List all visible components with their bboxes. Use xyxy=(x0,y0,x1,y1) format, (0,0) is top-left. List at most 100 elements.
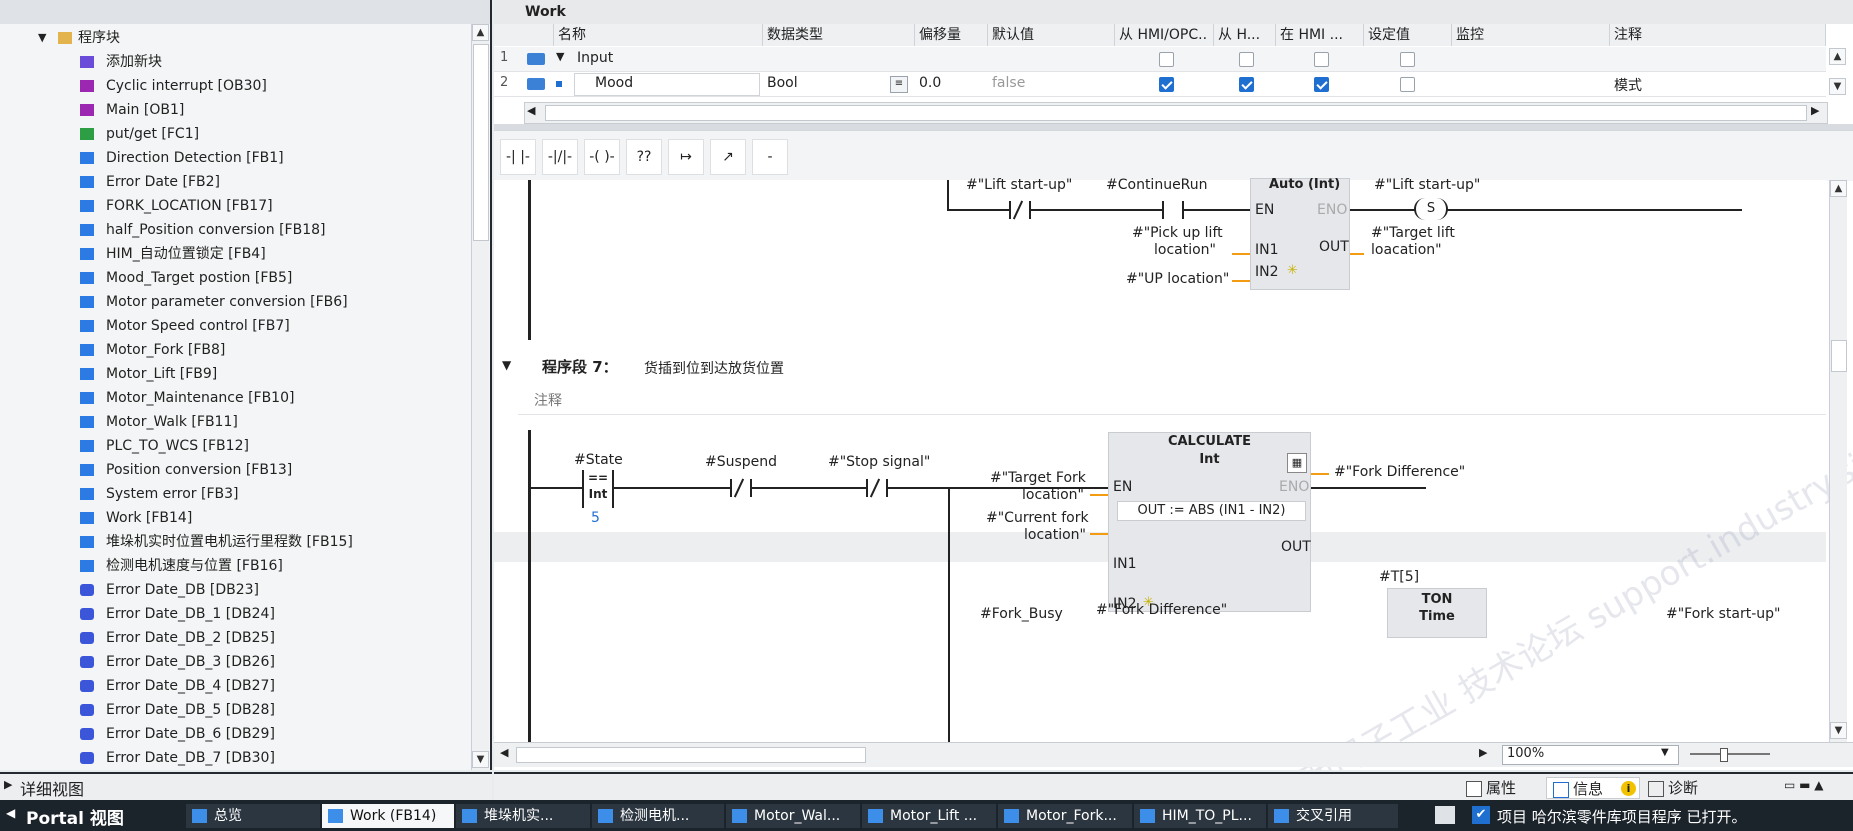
nc-contact[interactable] xyxy=(730,478,752,498)
nc-contact[interactable] xyxy=(866,478,888,498)
tab-diagnostics[interactable]: 诊断 xyxy=(1642,777,1732,799)
row-name[interactable]: Input xyxy=(577,50,613,66)
name-field[interactable]: Mood xyxy=(574,73,760,96)
hmi-write-checkbox[interactable] xyxy=(1239,52,1254,67)
taskbar-tab[interactable]: 总览 xyxy=(186,804,320,828)
interface-scroll-up-icon[interactable]: ▲ xyxy=(1829,48,1846,65)
setpoint-checkbox[interactable] xyxy=(1400,52,1415,67)
tree-scrollbar[interactable]: ▲ ▼ xyxy=(471,24,489,770)
compare-operator: == xyxy=(587,471,609,485)
nc-contact[interactable] xyxy=(1009,200,1031,220)
scroll-up-icon[interactable]: ▲ xyxy=(472,24,489,41)
auto-int-block[interactable]: Auto (Int) EN ENO IN1 OUT IN2 ✳ xyxy=(1250,177,1350,290)
col-hmi-visible[interactable]: 在 HMI ... xyxy=(1276,24,1364,46)
hmi-visible-checkbox[interactable] xyxy=(1314,77,1329,92)
close-branch-button[interactable]: ↗ xyxy=(710,139,746,175)
param-wire xyxy=(1232,253,1250,255)
chevron-down-icon[interactable]: ▼ xyxy=(1661,747,1669,758)
compare-value[interactable]: 5 xyxy=(591,510,600,526)
interface-scroll-down-icon[interactable]: ▼ xyxy=(1829,78,1846,95)
col-name[interactable]: 名称 xyxy=(554,24,763,46)
ton-block[interactable]: TON Time xyxy=(1387,588,1487,638)
out-pin: OUT xyxy=(1319,239,1349,255)
network-hscrollbar[interactable]: ◀ ▶ 100% ▼ xyxy=(494,742,1853,767)
portal-arrow-icon[interactable]: ◀ xyxy=(6,806,15,820)
setpoint-checkbox[interactable] xyxy=(1400,77,1415,92)
calculator-icon[interactable]: ▦ xyxy=(1287,453,1307,473)
formula-box[interactable]: OUT := ABS (IN1 - IN2) xyxy=(1117,501,1306,521)
network-comment[interactable]: 注释 xyxy=(518,384,1826,415)
calculate-block[interactable]: CALCULATE Int ▦ EN ENO OUT := ABS (IN1 -… xyxy=(1108,432,1311,612)
tab-properties[interactable]: 属性 xyxy=(1460,777,1544,799)
compare-contact[interactable]: == Int xyxy=(582,470,614,508)
taskbar-tab[interactable]: Motor_Wal... xyxy=(726,804,860,828)
nc-contact-button[interactable]: -|/|- xyxy=(542,139,578,175)
grid-icon[interactable] xyxy=(1435,806,1455,824)
collapse-network-icon[interactable]: ▼ xyxy=(502,358,511,372)
scroll-thumb[interactable] xyxy=(1831,340,1847,372)
taskbar-tab[interactable]: 堆垛机实... xyxy=(456,804,590,828)
collapse-icon[interactable]: ▼ xyxy=(556,50,564,63)
col-hmi-write[interactable]: 从 H... xyxy=(1214,24,1276,46)
scroll-left-icon[interactable]: ◀ xyxy=(527,104,535,117)
scroll-down-icon[interactable]: ▼ xyxy=(472,751,489,768)
col-monitor[interactable]: 监控 xyxy=(1452,24,1610,46)
empty-box-button[interactable]: ?? xyxy=(626,139,662,175)
scroll-right-icon[interactable]: ▶ xyxy=(1479,746,1487,759)
taskbar-tab[interactable]: Motor_Lift ... xyxy=(862,804,996,828)
in1-pin: IN1 xyxy=(1255,242,1279,258)
tab-label: 诊断 xyxy=(1668,779,1699,797)
scroll-up-icon[interactable]: ▲ xyxy=(1830,180,1847,197)
taskbar-tab[interactable]: HIM_TO_PL... xyxy=(1134,804,1266,828)
zoom-slider[interactable] xyxy=(1690,748,1770,762)
detail-view-header[interactable]: ▶ 详细视图 xyxy=(0,772,492,800)
scroll-down-icon[interactable]: ▼ xyxy=(1830,722,1847,739)
taskbar-tab[interactable]: Motor_Fork... xyxy=(998,804,1132,828)
tree-item-label: Cyclic interrupt [OB30] xyxy=(106,78,267,94)
col-default[interactable]: 默认值 xyxy=(988,24,1115,46)
no-contact-button[interactable]: -| |- xyxy=(500,139,536,175)
hmi-visible-checkbox[interactable] xyxy=(1314,52,1329,67)
taskbar-tab[interactable]: Work (FB14) xyxy=(322,804,454,828)
function-block-icon xyxy=(80,224,94,236)
scroll-thumb[interactable] xyxy=(473,44,489,241)
network-title[interactable]: 货插到位到达放货位置 xyxy=(644,358,784,378)
expand-arrow-icon[interactable]: ▼ xyxy=(38,26,46,50)
interface-hscrollbar[interactable]: ◀ ▶ xyxy=(524,102,1828,124)
hmi-write-checkbox[interactable] xyxy=(1239,77,1254,92)
no-contact[interactable] xyxy=(1162,201,1184,219)
portal-view-button[interactable]: Portal 视图 xyxy=(26,804,124,829)
col-hmi-access[interactable]: 从 HMI/OPC.. xyxy=(1115,24,1214,46)
col-type[interactable]: 数据类型 xyxy=(763,24,915,46)
col-setpoint[interactable]: 设定值 xyxy=(1364,24,1452,46)
zoom-select[interactable]: 100% ▼ xyxy=(1502,745,1679,765)
window-controls-icon[interactable]: ▭ ▬ ▲ xyxy=(1784,778,1824,792)
hmi-access-checkbox[interactable] xyxy=(1159,52,1174,67)
expand-right-icon[interactable]: ▶ xyxy=(4,778,12,791)
scroll-right-icon[interactable]: ▶ xyxy=(1811,104,1819,117)
out-operand: #"Fork Difference" xyxy=(1334,464,1466,480)
coil-button[interactable]: -( )- xyxy=(584,139,620,175)
taskbar-tab[interactable]: 检测电机... xyxy=(592,804,724,828)
row-comment[interactable]: 模式 xyxy=(1614,75,1642,95)
row-default[interactable]: false xyxy=(992,75,1025,91)
scroll-thumb[interactable] xyxy=(516,747,866,763)
hmi-access-checkbox[interactable] xyxy=(1159,77,1174,92)
interface-row-mood[interactable]: 2 Mood Bool ≡ 0.0 false 模式 xyxy=(494,72,1826,97)
col-offset[interactable]: 偏移量 xyxy=(915,24,988,46)
scroll-left-icon[interactable]: ◀ xyxy=(500,746,508,759)
interface-row-input[interactable]: 1 ▼ Input xyxy=(494,47,1826,72)
col-comment[interactable]: 注释 xyxy=(1610,24,1826,46)
open-branch-button[interactable]: ↦ xyxy=(668,139,704,175)
set-coil[interactable]: S xyxy=(1414,198,1448,220)
type-picker-icon[interactable]: ≡ xyxy=(890,76,908,93)
tab-info[interactable]: 信息 i xyxy=(1546,777,1640,799)
zoom-slider-handle[interactable] xyxy=(1720,748,1728,762)
add-input-icon[interactable]: ✳ xyxy=(1287,263,1298,278)
network-scrollbar[interactable]: ▲ ▼ xyxy=(1829,180,1847,742)
row-type[interactable]: Bool xyxy=(767,75,798,91)
scroll-thumb[interactable] xyxy=(545,105,1807,121)
compare-contact-button[interactable]: -|==|- xyxy=(752,139,791,199)
operand-label: #ContinueRun xyxy=(1106,177,1208,193)
taskbar-tab[interactable]: 交叉引用 xyxy=(1268,804,1398,828)
